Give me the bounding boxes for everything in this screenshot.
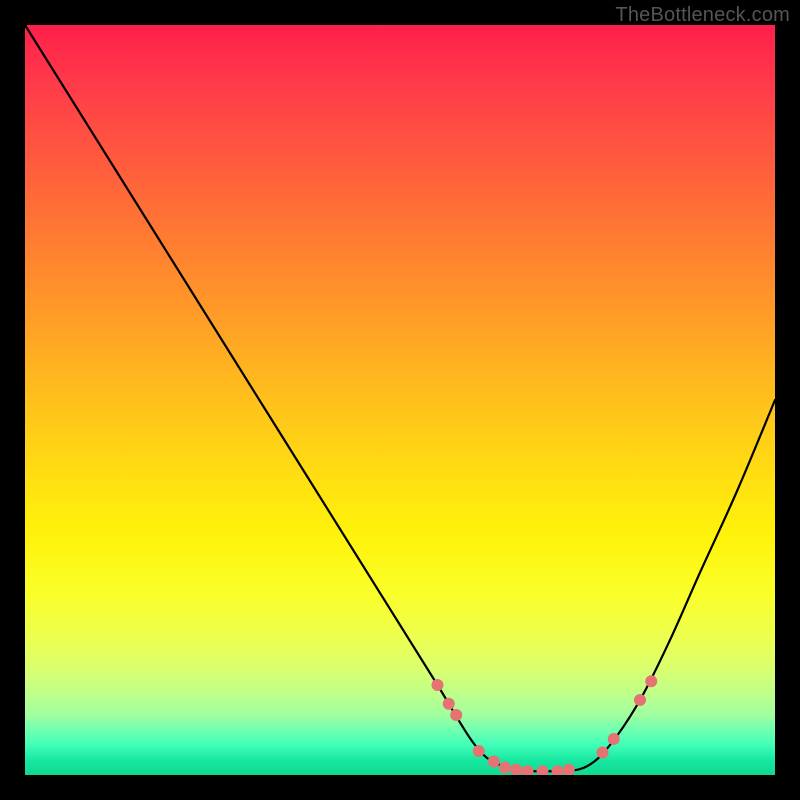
curve-marker [608,733,620,745]
curve-marker [563,764,575,775]
curve-marker [450,709,462,721]
curve-marker [432,679,444,691]
curve-marker [488,756,500,768]
curve-marker [522,765,534,775]
curve-marker [499,762,511,774]
curve-marker [634,694,646,706]
curve-marker [537,765,549,775]
curve-marker [443,698,455,710]
bottleneck-curve [25,25,775,772]
curve-marker [645,675,657,687]
chart-frame: TheBottleneck.com [0,0,800,800]
watermark-text: TheBottleneck.com [615,4,790,27]
curve-marker [597,747,609,759]
curve-layer [25,25,775,775]
curve-marker [473,745,485,757]
curve-marker [510,764,522,775]
curve-marker [552,765,564,775]
plot-area [25,25,775,775]
